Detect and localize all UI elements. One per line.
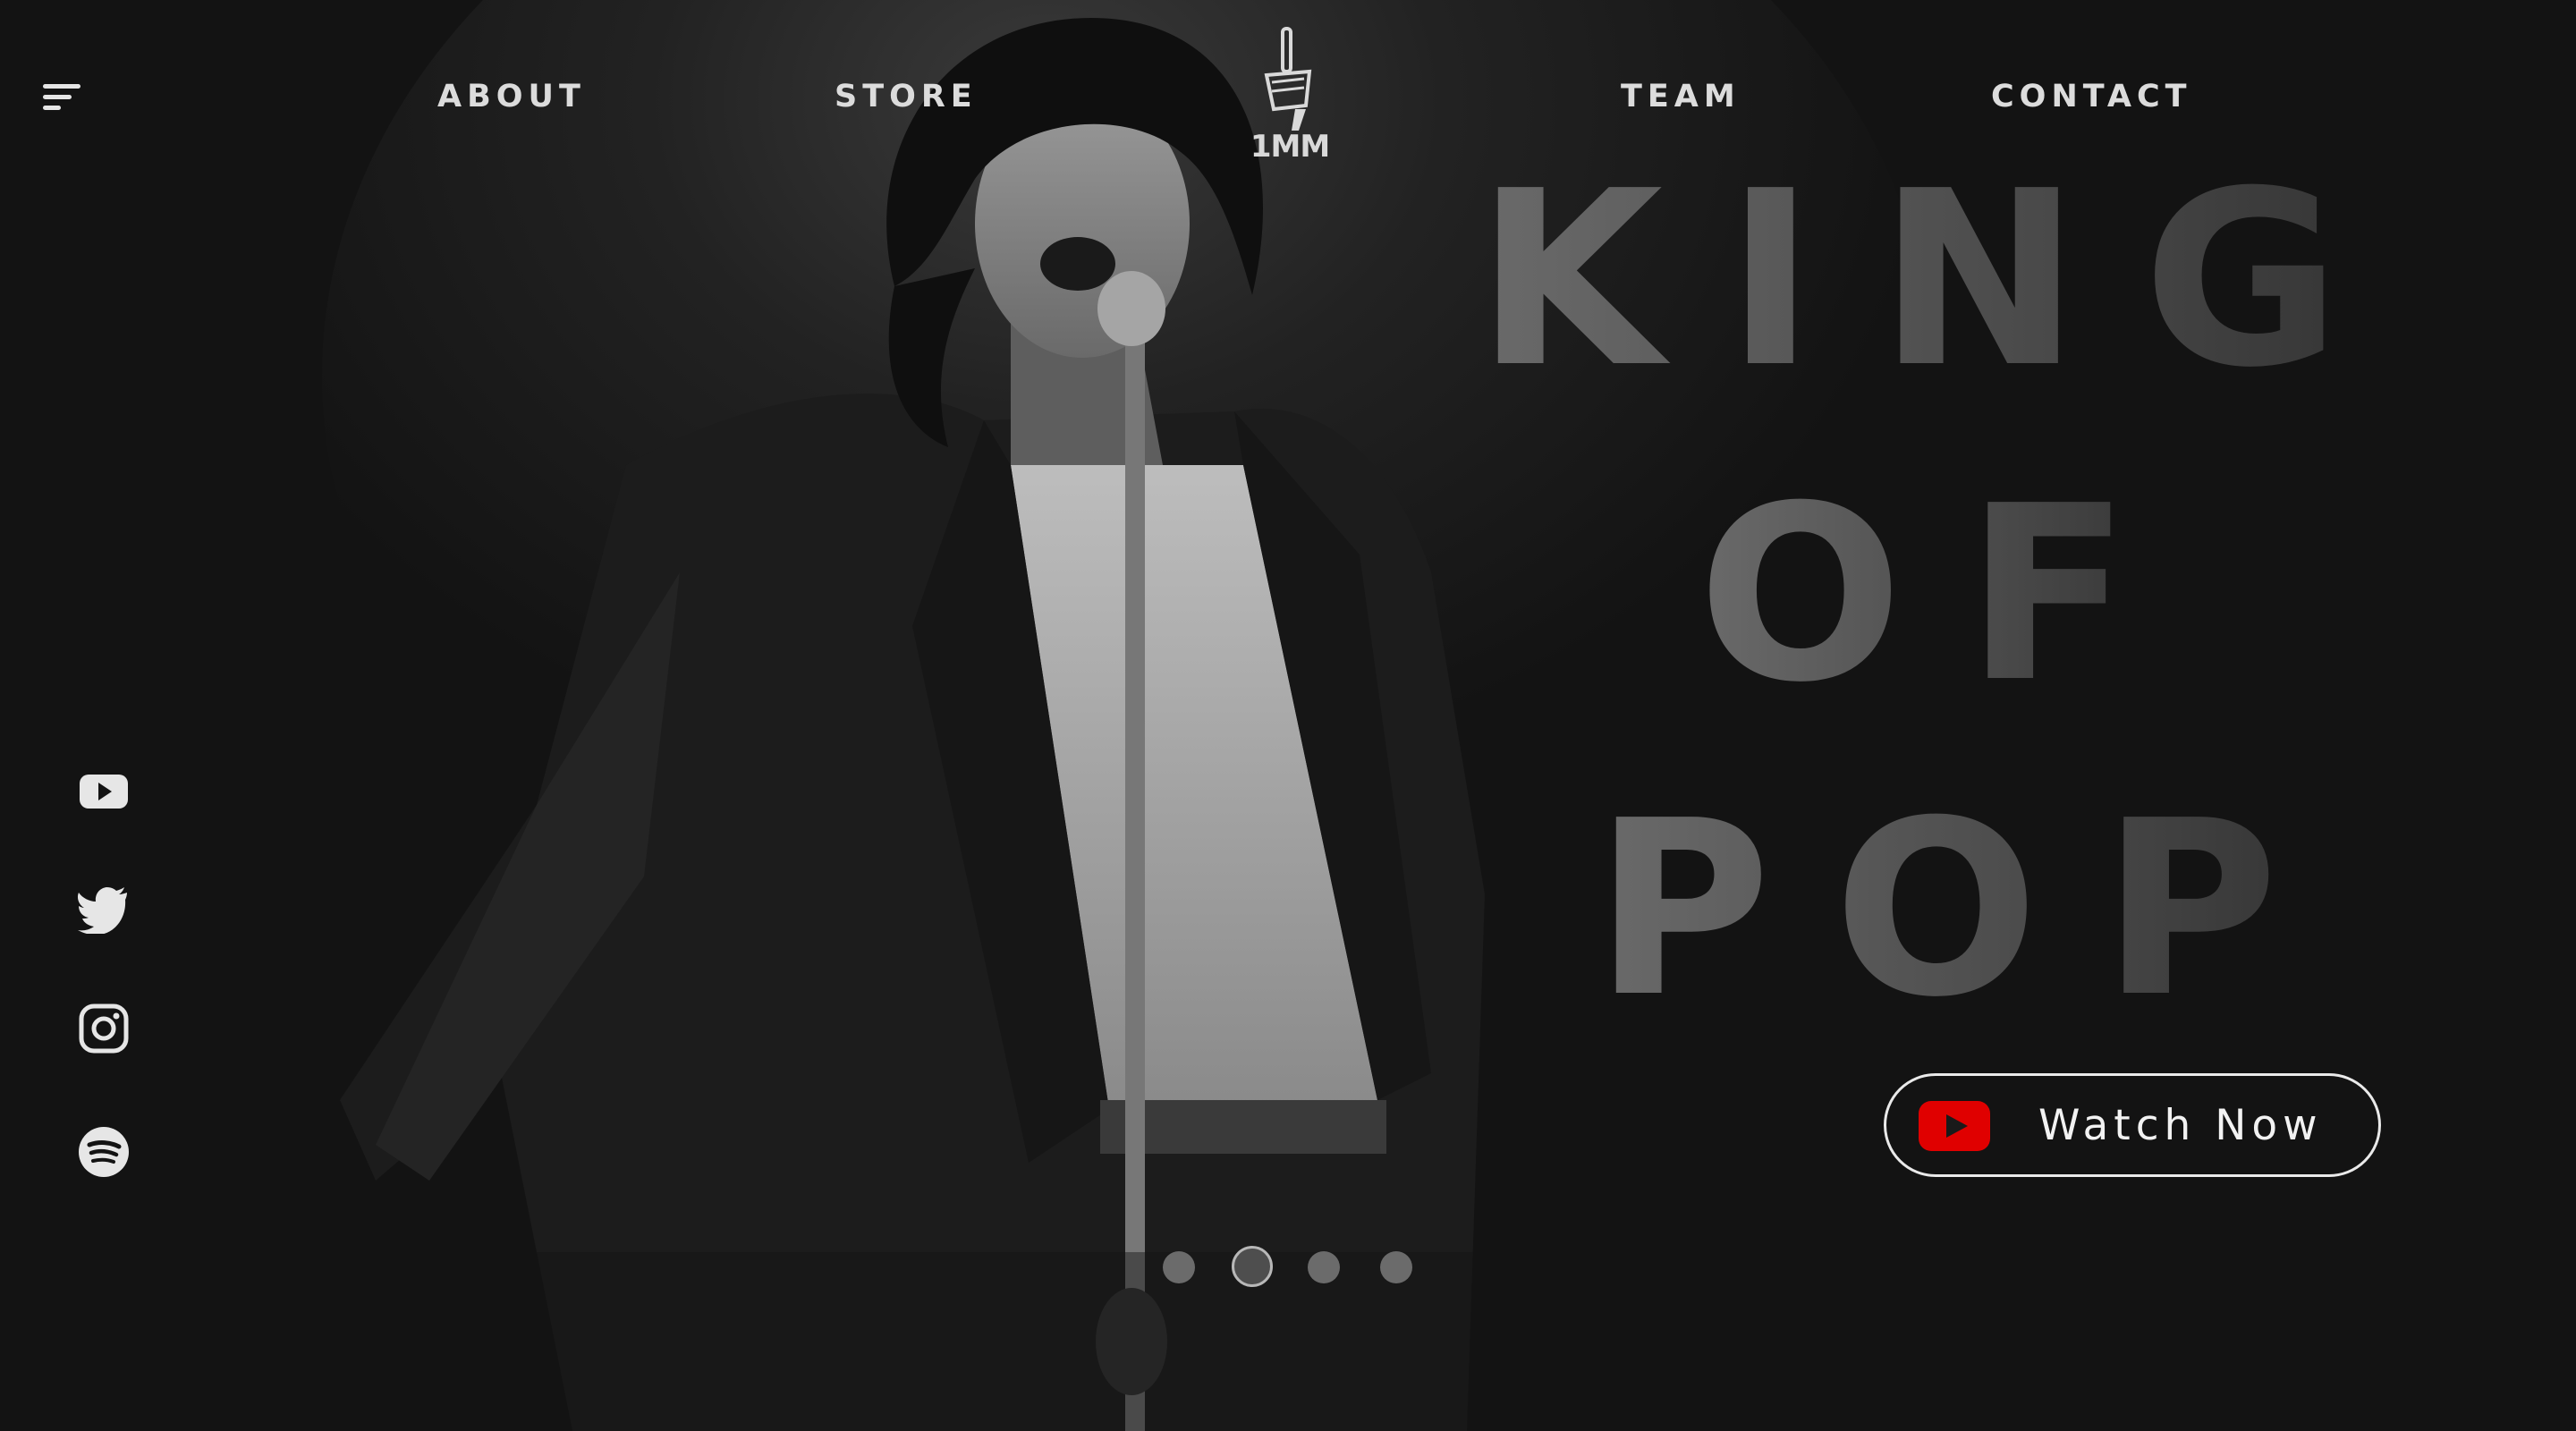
logo-text: 1MM [1250,129,1330,165]
nav-contact[interactable]: CONTACT [1991,75,2192,118]
headline-line-2: OF [1698,453,2193,735]
watch-now-label: Watch Now [2038,1101,2323,1150]
watch-now-button[interactable]: Watch Now [1884,1073,2381,1177]
menu-bar [43,106,61,110]
menu-bar [43,95,72,99]
nav-store[interactable]: STORE [835,75,978,118]
youtube-play-icon [1919,1101,1990,1151]
landing-page: ABOUT STORE TEAM CONTACT 1MM KING OF POP… [0,0,2576,1431]
headline-line-3: POP [1594,768,2342,1050]
spotify-icon[interactable] [77,1125,131,1179]
nav-about[interactable]: ABOUT [437,75,586,118]
instagram-icon[interactable] [77,1002,131,1055]
headline-line-1: KING [1476,139,2404,420]
nav-team[interactable]: TEAM [1621,75,1741,118]
slider-dot-3[interactable] [1308,1251,1340,1283]
twitter-icon[interactable] [77,880,131,936]
menu-bar [43,84,80,89]
hamburger-menu-icon[interactable] [43,82,82,113]
slider-dot-2-active[interactable] [1232,1246,1273,1287]
youtube-icon[interactable] [77,764,131,817]
slider-dot-4[interactable] [1380,1251,1412,1283]
glove-finger-icon [1264,27,1312,131]
site-logo[interactable]: 1MM [1245,23,1335,166]
slider-dot-1[interactable] [1163,1251,1195,1283]
